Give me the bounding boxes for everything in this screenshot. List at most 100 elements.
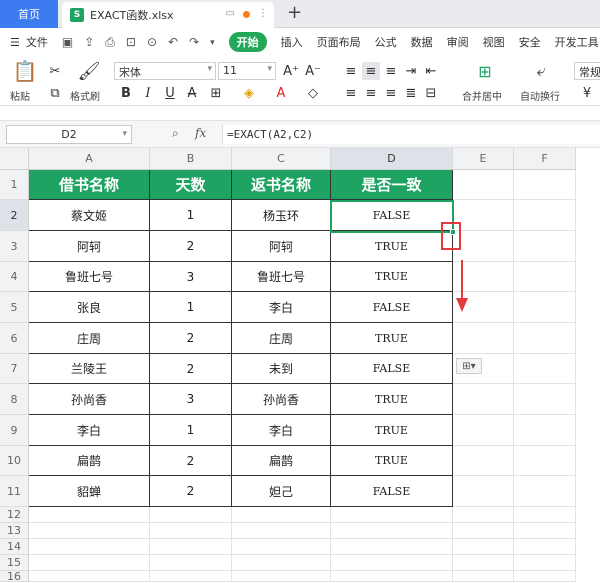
cell[interactable] <box>453 507 514 523</box>
cell[interactable] <box>331 571 453 582</box>
result-cell[interactable]: TRUE <box>331 323 453 354</box>
menu-developer[interactable]: 开发工具 <box>555 34 599 50</box>
select-all-corner[interactable] <box>0 148 29 170</box>
cell[interactable] <box>514 262 576 292</box>
align-top-icon[interactable]: ≡ <box>342 62 360 80</box>
cell[interactable] <box>331 507 453 523</box>
data-cell[interactable]: 2 <box>150 323 232 354</box>
outdent-icon[interactable]: ⇤ <box>422 62 440 80</box>
new-tab-button[interactable]: + <box>287 2 302 23</box>
paste-options-icon[interactable]: ⊞▾ <box>456 358 482 374</box>
format-painter-icon[interactable]: 🖌 <box>78 60 101 82</box>
wrap-text-label[interactable]: 自动换行 <box>520 88 560 103</box>
cell[interactable] <box>514 476 576 507</box>
result-cell[interactable]: FALSE <box>331 354 453 384</box>
cell[interactable] <box>29 571 150 582</box>
cell[interactable] <box>514 446 576 476</box>
cell[interactable] <box>514 539 576 555</box>
row-header-15[interactable]: 15 <box>0 555 29 571</box>
italic-icon[interactable]: I <box>139 84 157 102</box>
fill-color-icon[interactable]: ◈ <box>240 84 258 102</box>
data-cell[interactable]: 貂蝉 <box>29 476 150 507</box>
row-header-2[interactable]: 2 <box>0 200 29 231</box>
table-header-cell[interactable]: 借书名称 <box>29 170 150 200</box>
data-cell[interactable]: 未到 <box>232 354 331 384</box>
cell[interactable] <box>453 571 514 582</box>
cell[interactable] <box>29 507 150 523</box>
row-header-14[interactable]: 14 <box>0 539 29 555</box>
cell[interactable] <box>29 539 150 555</box>
data-cell[interactable]: 庄周 <box>29 323 150 354</box>
cell[interactable] <box>514 523 576 539</box>
data-cell[interactable]: 3 <box>150 262 232 292</box>
data-cell[interactable]: 妲己 <box>232 476 331 507</box>
row-header-1[interactable]: 1 <box>0 170 29 200</box>
cell[interactable] <box>453 523 514 539</box>
cell[interactable] <box>453 476 514 507</box>
row-header-12[interactable]: 12 <box>0 507 29 523</box>
cell[interactable] <box>150 571 232 582</box>
menu-data[interactable]: 数据 <box>411 34 433 50</box>
cell[interactable] <box>232 571 331 582</box>
find-icon[interactable]: ⊙ <box>147 35 157 50</box>
cell[interactable] <box>514 354 576 384</box>
data-cell[interactable]: 蔡文姬 <box>29 200 150 231</box>
data-cell[interactable]: 孙尚香 <box>29 384 150 415</box>
strikethrough-icon[interactable]: A <box>183 84 201 102</box>
table-header-cell[interactable]: 是否一致 <box>331 170 453 200</box>
fx-icon[interactable]: fx <box>195 126 206 140</box>
data-cell[interactable]: 李白 <box>232 415 331 446</box>
row-header-8[interactable]: 8 <box>0 384 29 415</box>
undo-icon[interactable]: ↶ <box>168 35 178 50</box>
menu-file[interactable]: 文件 <box>26 34 48 50</box>
menu-review[interactable]: 审阅 <box>447 34 469 50</box>
row-header-13[interactable]: 13 <box>0 523 29 539</box>
copy-icon[interactable]: ⧉ <box>46 84 64 102</box>
name-box[interactable]: D2 ▾ <box>6 125 132 144</box>
number-format-select[interactable]: 常规 <box>574 62 600 80</box>
cell[interactable] <box>232 539 331 555</box>
row-header-16[interactable]: 16 <box>0 571 29 582</box>
format-painter-label[interactable]: 格式刷 <box>70 88 100 103</box>
cell[interactable] <box>331 523 453 539</box>
result-cell[interactable]: TRUE <box>331 446 453 476</box>
cell[interactable] <box>331 539 453 555</box>
increase-font-icon[interactable]: A⁺ <box>282 62 300 80</box>
data-cell[interactable]: 张良 <box>29 292 150 323</box>
cell[interactable] <box>453 384 514 415</box>
row-header-4[interactable]: 4 <box>0 262 29 292</box>
merge-center-icon[interactable]: ⊞ <box>474 60 496 82</box>
cell[interactable] <box>232 523 331 539</box>
cell[interactable] <box>150 555 232 571</box>
cell[interactable] <box>514 415 576 446</box>
result-cell[interactable]: TRUE <box>331 262 453 292</box>
menu-page-layout[interactable]: 页面布局 <box>317 34 361 50</box>
data-cell[interactable]: 3 <box>150 384 232 415</box>
zoom-search-icon[interactable]: ⌕ <box>172 126 179 141</box>
print-icon[interactable]: ⎙ <box>105 35 115 50</box>
data-cell[interactable]: 李白 <box>29 415 150 446</box>
tab-home[interactable]: 首页 <box>0 0 58 28</box>
row-header-9[interactable]: 9 <box>0 415 29 446</box>
cell[interactable] <box>232 507 331 523</box>
row-header-5[interactable]: 5 <box>0 292 29 323</box>
cell[interactable] <box>453 170 514 200</box>
data-cell[interactable]: 2 <box>150 446 232 476</box>
cell[interactable] <box>514 200 576 231</box>
align-middle-icon[interactable]: ≡ <box>362 62 380 80</box>
data-cell[interactable]: 鲁班七号 <box>29 262 150 292</box>
distribute-icon[interactable]: ⊟ <box>422 84 440 102</box>
data-cell[interactable]: 1 <box>150 292 232 323</box>
table-header-cell[interactable]: 天数 <box>150 170 232 200</box>
redo-icon[interactable]: ↷ <box>189 35 199 50</box>
data-cell[interactable]: 阿轲 <box>232 231 331 262</box>
cell[interactable] <box>514 571 576 582</box>
cell[interactable] <box>150 539 232 555</box>
merge-center-label[interactable]: 合并居中 <box>462 88 502 103</box>
data-cell[interactable]: 2 <box>150 476 232 507</box>
tab-file[interactable]: S EXACT函数.xlsx ▭ ⋮ <box>62 2 274 28</box>
cell[interactable] <box>514 555 576 571</box>
monitor-icon[interactable]: ▭ <box>226 8 235 19</box>
result-cell[interactable]: FALSE <box>331 476 453 507</box>
cell[interactable] <box>150 523 232 539</box>
